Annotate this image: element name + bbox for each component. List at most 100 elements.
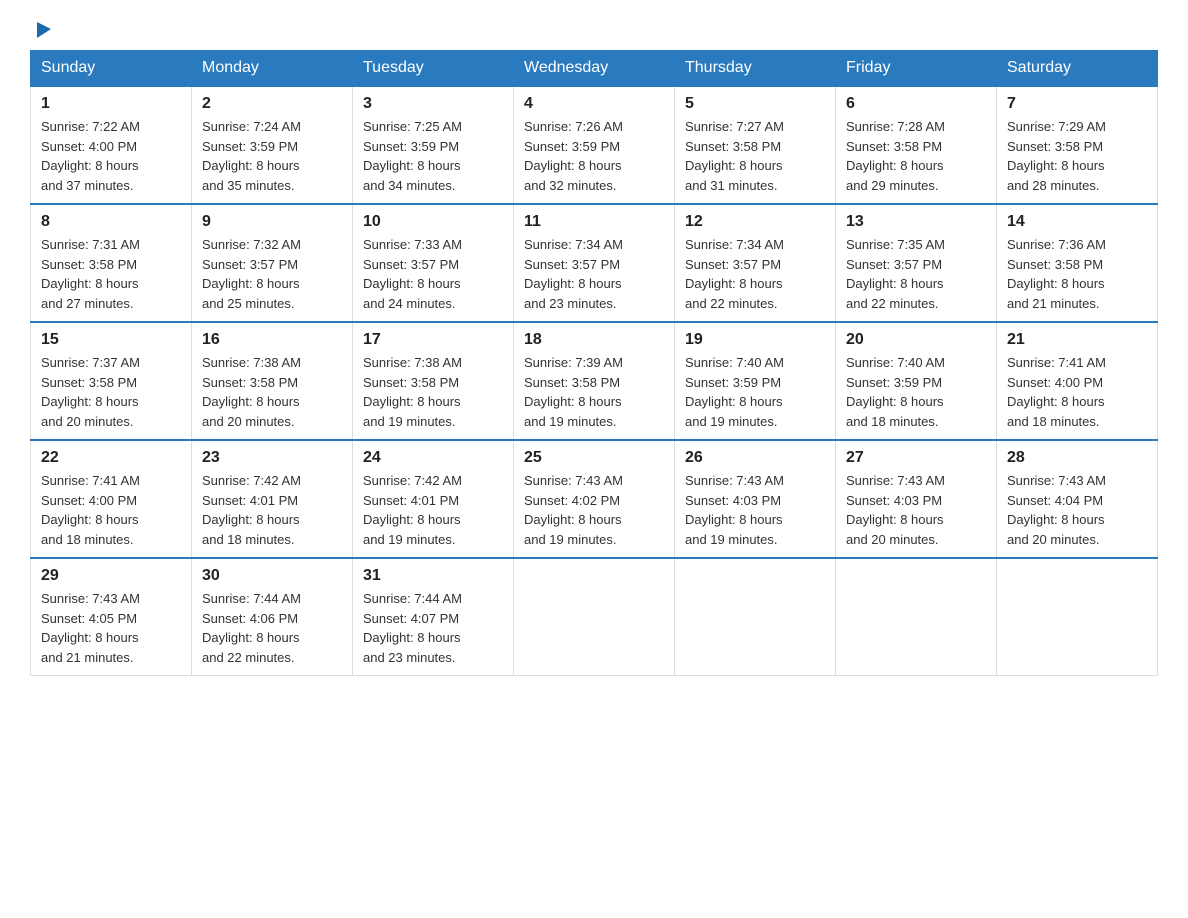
day-number: 24 — [363, 449, 503, 467]
day-number: 31 — [363, 567, 503, 585]
calendar-body: 1 Sunrise: 7:22 AMSunset: 4:00 PMDayligh… — [31, 86, 1158, 676]
day-number: 27 — [846, 449, 986, 467]
day-number: 23 — [202, 449, 342, 467]
calendar-day-16: 16 Sunrise: 7:38 AMSunset: 3:58 PMDaylig… — [192, 322, 353, 440]
day-info: Sunrise: 7:31 AMSunset: 3:58 PMDaylight:… — [41, 235, 181, 313]
empty-cell-4-5 — [836, 558, 997, 676]
calendar-day-13: 13 Sunrise: 7:35 AMSunset: 3:57 PMDaylig… — [836, 204, 997, 322]
calendar-day-31: 31 Sunrise: 7:44 AMSunset: 4:07 PMDaylig… — [353, 558, 514, 676]
day-info: Sunrise: 7:40 AMSunset: 3:59 PMDaylight:… — [846, 353, 986, 431]
day-info: Sunrise: 7:38 AMSunset: 3:58 PMDaylight:… — [202, 353, 342, 431]
day-info: Sunrise: 7:28 AMSunset: 3:58 PMDaylight:… — [846, 117, 986, 195]
day-number: 17 — [363, 331, 503, 349]
day-info: Sunrise: 7:44 AMSunset: 4:06 PMDaylight:… — [202, 589, 342, 667]
day-number: 22 — [41, 449, 181, 467]
calendar-day-1: 1 Sunrise: 7:22 AMSunset: 4:00 PMDayligh… — [31, 86, 192, 204]
day-number: 13 — [846, 213, 986, 231]
empty-cell-4-3 — [514, 558, 675, 676]
day-info: Sunrise: 7:43 AMSunset: 4:05 PMDaylight:… — [41, 589, 181, 667]
calendar-header: SundayMondayTuesdayWednesdayThursdayFrid… — [31, 51, 1158, 87]
weekday-header-sunday: Sunday — [31, 51, 192, 87]
day-number: 2 — [202, 95, 342, 113]
day-info: Sunrise: 7:40 AMSunset: 3:59 PMDaylight:… — [685, 353, 825, 431]
calendar-day-15: 15 Sunrise: 7:37 AMSunset: 3:58 PMDaylig… — [31, 322, 192, 440]
day-info: Sunrise: 7:43 AMSunset: 4:03 PMDaylight:… — [685, 471, 825, 549]
day-info: Sunrise: 7:44 AMSunset: 4:07 PMDaylight:… — [363, 589, 503, 667]
day-number: 26 — [685, 449, 825, 467]
day-info: Sunrise: 7:27 AMSunset: 3:58 PMDaylight:… — [685, 117, 825, 195]
day-info: Sunrise: 7:25 AMSunset: 3:59 PMDaylight:… — [363, 117, 503, 195]
day-info: Sunrise: 7:34 AMSunset: 3:57 PMDaylight:… — [524, 235, 664, 313]
calendar-week-2: 8 Sunrise: 7:31 AMSunset: 3:58 PMDayligh… — [31, 204, 1158, 322]
calendar-table: SundayMondayTuesdayWednesdayThursdayFrid… — [30, 50, 1158, 676]
day-info: Sunrise: 7:43 AMSunset: 4:03 PMDaylight:… — [846, 471, 986, 549]
calendar-day-7: 7 Sunrise: 7:29 AMSunset: 3:58 PMDayligh… — [997, 86, 1158, 204]
day-number: 20 — [846, 331, 986, 349]
weekday-header-saturday: Saturday — [997, 51, 1158, 87]
calendar-week-4: 22 Sunrise: 7:41 AMSunset: 4:00 PMDaylig… — [31, 440, 1158, 558]
day-number: 30 — [202, 567, 342, 585]
day-number: 18 — [524, 331, 664, 349]
logo-triangle-icon — [33, 18, 55, 40]
calendar-day-25: 25 Sunrise: 7:43 AMSunset: 4:02 PMDaylig… — [514, 440, 675, 558]
day-info: Sunrise: 7:35 AMSunset: 3:57 PMDaylight:… — [846, 235, 986, 313]
weekday-header-monday: Monday — [192, 51, 353, 87]
day-info: Sunrise: 7:43 AMSunset: 4:02 PMDaylight:… — [524, 471, 664, 549]
day-info: Sunrise: 7:24 AMSunset: 3:59 PMDaylight:… — [202, 117, 342, 195]
day-number: 3 — [363, 95, 503, 113]
day-info: Sunrise: 7:42 AMSunset: 4:01 PMDaylight:… — [202, 471, 342, 549]
day-number: 6 — [846, 95, 986, 113]
calendar-day-23: 23 Sunrise: 7:42 AMSunset: 4:01 PMDaylig… — [192, 440, 353, 558]
day-number: 28 — [1007, 449, 1147, 467]
calendar-day-5: 5 Sunrise: 7:27 AMSunset: 3:58 PMDayligh… — [675, 86, 836, 204]
calendar-day-2: 2 Sunrise: 7:24 AMSunset: 3:59 PMDayligh… — [192, 86, 353, 204]
day-number: 9 — [202, 213, 342, 231]
calendar-week-5: 29 Sunrise: 7:43 AMSunset: 4:05 PMDaylig… — [31, 558, 1158, 676]
day-number: 8 — [41, 213, 181, 231]
weekday-header-tuesday: Tuesday — [353, 51, 514, 87]
calendar-day-6: 6 Sunrise: 7:28 AMSunset: 3:58 PMDayligh… — [836, 86, 997, 204]
day-number: 15 — [41, 331, 181, 349]
day-number: 21 — [1007, 331, 1147, 349]
day-number: 12 — [685, 213, 825, 231]
day-info: Sunrise: 7:33 AMSunset: 3:57 PMDaylight:… — [363, 235, 503, 313]
day-info: Sunrise: 7:43 AMSunset: 4:04 PMDaylight:… — [1007, 471, 1147, 549]
day-number: 16 — [202, 331, 342, 349]
calendar-day-28: 28 Sunrise: 7:43 AMSunset: 4:04 PMDaylig… — [997, 440, 1158, 558]
calendar-day-14: 14 Sunrise: 7:36 AMSunset: 3:58 PMDaylig… — [997, 204, 1158, 322]
day-info: Sunrise: 7:37 AMSunset: 3:58 PMDaylight:… — [41, 353, 181, 431]
calendar-day-20: 20 Sunrise: 7:40 AMSunset: 3:59 PMDaylig… — [836, 322, 997, 440]
day-number: 10 — [363, 213, 503, 231]
day-number: 29 — [41, 567, 181, 585]
calendar-day-10: 10 Sunrise: 7:33 AMSunset: 3:57 PMDaylig… — [353, 204, 514, 322]
calendar-day-30: 30 Sunrise: 7:44 AMSunset: 4:06 PMDaylig… — [192, 558, 353, 676]
empty-cell-4-4 — [675, 558, 836, 676]
calendar-day-26: 26 Sunrise: 7:43 AMSunset: 4:03 PMDaylig… — [675, 440, 836, 558]
calendar-day-11: 11 Sunrise: 7:34 AMSunset: 3:57 PMDaylig… — [514, 204, 675, 322]
calendar-day-29: 29 Sunrise: 7:43 AMSunset: 4:05 PMDaylig… — [31, 558, 192, 676]
logo — [30, 20, 55, 40]
day-number: 11 — [524, 213, 664, 231]
weekday-header-wednesday: Wednesday — [514, 51, 675, 87]
calendar-day-18: 18 Sunrise: 7:39 AMSunset: 3:58 PMDaylig… — [514, 322, 675, 440]
calendar-day-21: 21 Sunrise: 7:41 AMSunset: 4:00 PMDaylig… — [997, 322, 1158, 440]
calendar-day-17: 17 Sunrise: 7:38 AMSunset: 3:58 PMDaylig… — [353, 322, 514, 440]
day-info: Sunrise: 7:26 AMSunset: 3:59 PMDaylight:… — [524, 117, 664, 195]
day-number: 7 — [1007, 95, 1147, 113]
calendar-day-9: 9 Sunrise: 7:32 AMSunset: 3:57 PMDayligh… — [192, 204, 353, 322]
day-number: 14 — [1007, 213, 1147, 231]
calendar-day-12: 12 Sunrise: 7:34 AMSunset: 3:57 PMDaylig… — [675, 204, 836, 322]
calendar-day-27: 27 Sunrise: 7:43 AMSunset: 4:03 PMDaylig… — [836, 440, 997, 558]
day-info: Sunrise: 7:39 AMSunset: 3:58 PMDaylight:… — [524, 353, 664, 431]
day-info: Sunrise: 7:36 AMSunset: 3:58 PMDaylight:… — [1007, 235, 1147, 313]
day-info: Sunrise: 7:42 AMSunset: 4:01 PMDaylight:… — [363, 471, 503, 549]
day-info: Sunrise: 7:32 AMSunset: 3:57 PMDaylight:… — [202, 235, 342, 313]
calendar-week-3: 15 Sunrise: 7:37 AMSunset: 3:58 PMDaylig… — [31, 322, 1158, 440]
page-header — [30, 20, 1158, 40]
day-number: 4 — [524, 95, 664, 113]
day-number: 19 — [685, 331, 825, 349]
day-info: Sunrise: 7:22 AMSunset: 4:00 PMDaylight:… — [41, 117, 181, 195]
day-info: Sunrise: 7:41 AMSunset: 4:00 PMDaylight:… — [1007, 353, 1147, 431]
calendar-day-8: 8 Sunrise: 7:31 AMSunset: 3:58 PMDayligh… — [31, 204, 192, 322]
day-info: Sunrise: 7:34 AMSunset: 3:57 PMDaylight:… — [685, 235, 825, 313]
